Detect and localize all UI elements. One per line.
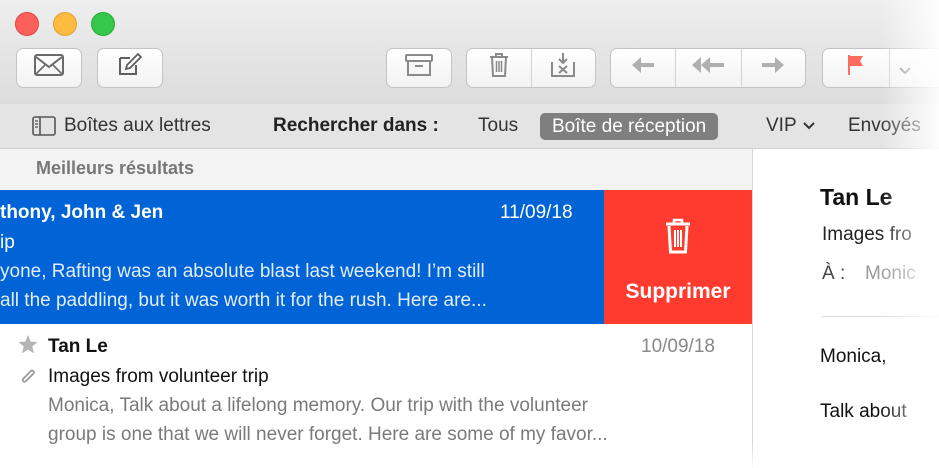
compose-button[interactable] <box>97 48 163 88</box>
scope-vip-button[interactable]: VIP <box>766 104 815 148</box>
top-hits-header: Meilleurs résultats <box>0 149 752 190</box>
minimize-window-button[interactable] <box>53 12 77 36</box>
forward-icon <box>760 55 786 81</box>
sidebar-icon <box>32 116 56 136</box>
envelope-icon <box>34 54 64 82</box>
message-list: Meilleurs résultats thony, John & Jen 11… <box>0 149 753 468</box>
forward-button[interactable] <box>742 49 805 87</box>
junk-icon <box>549 52 577 84</box>
flag-icon <box>846 54 866 82</box>
viewer-sender: Tan Le <box>820 184 893 210</box>
flag-button[interactable] <box>823 49 890 87</box>
chevron-down-icon <box>802 122 815 130</box>
message-subject: ip <box>0 232 15 253</box>
archive-icon <box>405 53 433 83</box>
archive-button[interactable] <box>386 48 452 88</box>
message-sender: thony, John & Jen <box>0 202 164 223</box>
reply-all-icon <box>691 55 725 81</box>
message-preview-line1: yone, Rafting was an absolute blast last… <box>0 261 485 282</box>
flag-menu-button[interactable] <box>890 49 920 87</box>
trash-icon <box>664 218 692 259</box>
message-viewer: Tan Le Images fro À : Monic Monica, Talk… <box>753 149 939 468</box>
get-mail-button[interactable] <box>16 48 82 88</box>
delete-action-label: Supprimer <box>625 280 731 303</box>
trash-icon <box>488 52 510 84</box>
section-header-label: Meilleurs résultats <box>36 158 195 178</box>
viewer-subject: Images fro <box>822 224 912 245</box>
toolbar <box>0 0 939 105</box>
delete-button[interactable] <box>467 49 532 87</box>
favorites-bar: Boîtes aux lettres Rechercher dans : Tou… <box>0 104 939 149</box>
list-item[interactable]: Tan Le 10/09/18 Images from volunteer tr… <box>0 324 752 468</box>
mail-window: Boîtes aux lettres Rechercher dans : Tou… <box>0 0 939 468</box>
compose-icon <box>117 52 143 83</box>
message-preview-line1: Monica, Talk about a lifelong memory. Ou… <box>48 395 588 416</box>
viewer-to-label: À : <box>822 263 846 284</box>
viewer-greeting: Monica, <box>820 346 887 367</box>
message-date: 11/09/18 <box>500 202 573 223</box>
delete-junk-group <box>466 48 596 88</box>
message-preview-line2: group is one that we will never forget. … <box>48 424 608 445</box>
close-window-button[interactable] <box>15 12 39 36</box>
junk-button[interactable] <box>532 49 596 87</box>
flag-group <box>822 48 939 88</box>
header-divider <box>822 316 939 317</box>
star-icon[interactable] <box>17 334 39 360</box>
message-preview-line2: all the paddling, but it was worth it fo… <box>0 290 487 311</box>
reply-icon <box>630 55 656 81</box>
swipe-delete-button[interactable]: Supprimer <box>604 190 752 324</box>
paperclip-icon <box>19 366 37 393</box>
message-date: 10/09/18 <box>641 336 715 357</box>
maximize-window-button[interactable] <box>91 12 115 36</box>
list-item-selected[interactable]: thony, John & Jen 11/09/18 ip yone, Raft… <box>0 190 604 324</box>
reply-button[interactable] <box>611 49 677 87</box>
mailboxes-label: Boîtes aux lettres <box>64 115 211 136</box>
chevron-down-icon <box>899 55 911 81</box>
scope-sent-button[interactable]: Envoyés <box>848 104 921 148</box>
message-subject: Images from volunteer trip <box>48 366 269 387</box>
reply-all-button[interactable] <box>676 49 742 87</box>
scope-all-button[interactable]: Tous <box>478 104 518 148</box>
reply-forward-group <box>610 48 806 88</box>
message-sender: Tan Le <box>48 336 108 357</box>
viewer-body: Talk about <box>820 401 907 422</box>
scope-vip-label: VIP <box>766 115 797 136</box>
viewer-to-value: Monic <box>865 263 916 284</box>
search-in-label: Rechercher dans : <box>273 115 439 136</box>
mailboxes-button[interactable]: Boîtes aux lettres <box>32 104 211 148</box>
scope-inbox-button[interactable]: Boîte de réception <box>540 113 719 140</box>
